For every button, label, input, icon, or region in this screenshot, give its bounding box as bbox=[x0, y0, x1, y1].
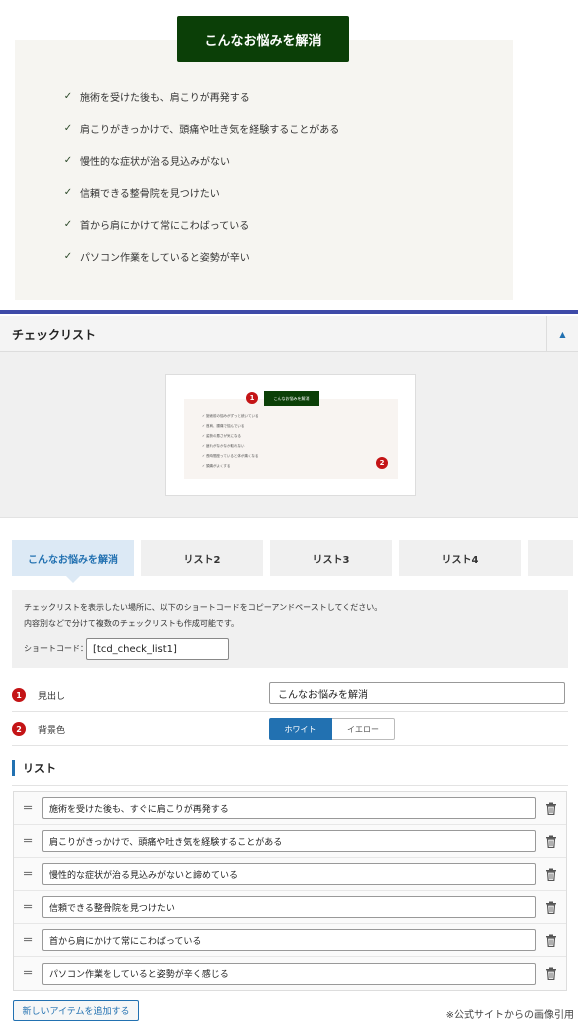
shortcode-field[interactable]: [tcd_check_list1] bbox=[86, 638, 229, 660]
drag-handle-icon[interactable]: ═ bbox=[14, 867, 42, 882]
list-heading: リスト bbox=[12, 760, 56, 776]
check-icon: ✓ bbox=[63, 186, 73, 198]
drag-handle-icon[interactable]: ═ bbox=[14, 966, 42, 981]
list-item: ═ パソコン作業をしていると姿勢が辛く感じる bbox=[14, 957, 566, 990]
check-icon: ✓ bbox=[63, 90, 73, 102]
preview-item: ✓ 信頼できる整骨院を見つけたい bbox=[63, 186, 220, 200]
image-credit: ※公式サイトからの画像引用 bbox=[445, 1010, 574, 1021]
preview-item: ✓ 慢性的な症状が治る見込みがない bbox=[63, 154, 230, 168]
thumbnail-line: ✓ 姿勢の悪さが気になる bbox=[202, 433, 242, 439]
tab-list-1[interactable]: こんなお悩みを解消 bbox=[12, 540, 134, 583]
check-icon: ✓ bbox=[63, 250, 73, 262]
layout-thumbnail: 1 こんなお悩みを解消 ✓ 施術前の悩みがずっと続いている ✓ 首肩、腰痛で悩ん… bbox=[165, 374, 416, 496]
checklist-preview: こんなお悩みを解消 ✓ 施術を受けた後も、肩こりが再発する ✓ 肩こりがきっかけで、… bbox=[0, 0, 578, 310]
caret-up-icon: ▲ bbox=[559, 329, 566, 339]
tab-list-4[interactable]: リスト4 bbox=[399, 540, 521, 576]
shortcode-info: チェックリストを表示したい場所に、以下のショートコードをコピーアンドペーストして… bbox=[12, 590, 568, 668]
tab-list-3[interactable]: リスト3 bbox=[270, 540, 392, 576]
thumbnail-line: ✓ 首肩、腰痛で悩んでいる bbox=[202, 423, 245, 429]
preview-title: こんなお悩みを解消 bbox=[177, 16, 349, 62]
yellow-option-button[interactable]: イエロー bbox=[332, 718, 395, 740]
info-text: チェックリストを表示したい場所に、以下のショートコードをコピーアンドペーストして… bbox=[24, 603, 383, 628]
preview-list: ✓ 施術を受けた後も、肩こりが再発する ✓ 肩こりがきっかけで、頭痛や吐き気を経験す… bbox=[62, 80, 339, 272]
list-item: ═ 肩こりがきっかけで、頭痛や吐き気を経験することがある bbox=[14, 825, 566, 858]
divider bbox=[12, 785, 568, 786]
trash-icon[interactable] bbox=[536, 835, 566, 848]
preview-item: ✓ パソコン作業をしていると姿勢が辛い bbox=[63, 250, 250, 264]
drag-handle-icon[interactable]: ═ bbox=[14, 933, 42, 948]
heading-label: 見出し bbox=[38, 692, 66, 702]
tab-list-5[interactable] bbox=[528, 540, 573, 576]
badge-1: 1 bbox=[246, 392, 258, 404]
trash-icon[interactable] bbox=[536, 868, 566, 881]
list-item-input[interactable]: パソコン作業をしていると姿勢が辛く感じる bbox=[42, 962, 536, 985]
background-toggle: ホワイト イエロー bbox=[269, 718, 395, 740]
list-item: ═ 首から肩にかけて常にこわばっている bbox=[14, 924, 566, 957]
panel-header: チェックリスト ▲ bbox=[0, 316, 578, 352]
preview-item: ✓ 肩こりがきっかけで、頭痛や吐き気を経験することがある bbox=[63, 122, 340, 136]
list-item: ═ 信頼できる整骨院を見つけたい bbox=[14, 891, 566, 924]
check-icon: ✓ bbox=[63, 218, 73, 230]
list-item-input[interactable]: 肩こりがきっかけで、頭痛や吐き気を経験することがある bbox=[42, 830, 536, 852]
thumbnail-list: ✓ 施術前の悩みがずっと続いている ✓ 首肩、腰痛で悩んでいる ✓ 姿勢の悪さが… bbox=[202, 411, 258, 471]
list-item-input[interactable]: 施術を受けた後も、すぐに肩こりが再発する bbox=[42, 797, 536, 819]
list-item: ═ 慢性的な症状が治る見込みがないと諦めている bbox=[14, 858, 566, 891]
preview-item: ✓ 首から肩にかけて常にこわばっている bbox=[63, 218, 250, 232]
thumbnail-line: ✓ 施術前の悩みがずっと続いている bbox=[202, 413, 259, 419]
preview-item: ✓ 施術を受けた後も、肩こりが再発する bbox=[63, 90, 250, 104]
section-divider bbox=[0, 310, 578, 314]
thumbnail-line: ✓ 長時間座っていると体が痛くなる bbox=[202, 453, 259, 459]
thumbnail-line: ✓ 頭痛がよくする bbox=[202, 463, 231, 469]
tab-list-2[interactable]: リスト2 bbox=[141, 540, 263, 576]
badge-1: 1 bbox=[12, 688, 26, 702]
thumbnail-line: ✓ 疲れがなかなか取れない bbox=[202, 443, 245, 449]
trash-icon[interactable] bbox=[536, 967, 566, 980]
trash-icon[interactable] bbox=[536, 901, 566, 914]
drag-handle-icon[interactable]: ═ bbox=[14, 801, 42, 816]
thumbnail-title: こんなお悩みを解消 bbox=[264, 391, 319, 406]
background-label: 背景色 bbox=[38, 726, 66, 736]
list-tabs: こんなお悩みを解消 リスト2 リスト3 リスト4 bbox=[12, 540, 573, 583]
thumbnail-area: 1 こんなお悩みを解消 ✓ 施術前の悩みがずっと続いている ✓ 首肩、腰痛で悩ん… bbox=[0, 352, 578, 518]
background-row: 2 背景色 ホワイト イエロー bbox=[12, 712, 568, 746]
list-item-input[interactable]: 信頼できる整骨院を見つけたい bbox=[42, 896, 536, 918]
heading-row: 1 見出し こんなお悩みを解消 bbox=[12, 678, 568, 712]
list-item-input[interactable]: 慢性的な症状が治る見込みがないと諦めている bbox=[42, 863, 536, 885]
white-option-button[interactable]: ホワイト bbox=[269, 718, 332, 740]
list-item-input[interactable]: 首から肩にかけて常にこわばっている bbox=[42, 929, 536, 951]
collapse-toggle-button[interactable]: ▲ bbox=[546, 316, 578, 352]
list-item: ═ 施術を受けた後も、すぐに肩こりが再発する bbox=[14, 792, 566, 825]
drag-handle-icon[interactable]: ═ bbox=[14, 900, 42, 915]
badge-2: 2 bbox=[12, 722, 26, 736]
heading-input[interactable]: こんなお悩みを解消 bbox=[269, 682, 565, 704]
trash-icon[interactable] bbox=[536, 934, 566, 947]
panel-title: チェックリスト bbox=[12, 328, 97, 342]
drag-handle-icon[interactable]: ═ bbox=[14, 834, 42, 849]
badge-2: 2 bbox=[376, 457, 388, 469]
check-icon: ✓ bbox=[63, 154, 73, 166]
add-item-button[interactable]: 新しいアイテムを追加する bbox=[13, 1000, 139, 1021]
shortcode-label: ショートコード： bbox=[24, 644, 88, 653]
trash-icon[interactable] bbox=[536, 802, 566, 815]
check-icon: ✓ bbox=[63, 122, 73, 134]
list-items: ═ 施術を受けた後も、すぐに肩こりが再発する ═ 肩こりがきっかけで、頭痛や吐き… bbox=[13, 791, 567, 991]
